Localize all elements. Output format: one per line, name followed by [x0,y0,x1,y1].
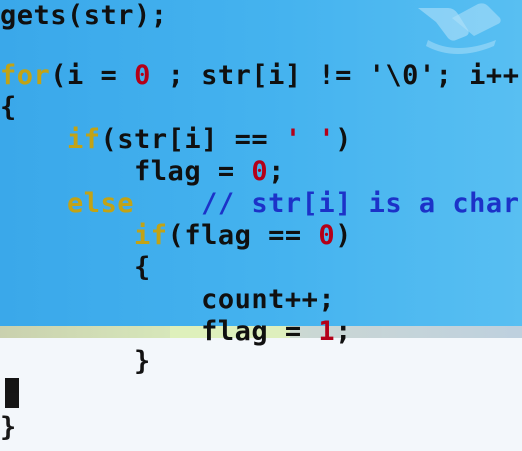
code-text: ; [335,316,352,347]
code-line-4: if(str[i] == ' ') [0,124,352,156]
code-text: ) [335,220,352,251]
code-comment: // str[i] is a char [201,188,520,219]
code-line-1: gets(str); [0,0,168,32]
number-literal: 1 [318,316,336,347]
keyword-if: if [67,124,101,155]
code-line-2: for(i = 0 ; str[i] != '\0'; i++) [0,60,522,92]
code-text: gets(str); [0,0,168,31]
code-text: (i = [50,60,135,91]
code-text: ) [335,124,352,155]
code-text: (flag == [167,220,319,251]
keyword-else: else [67,188,135,219]
close-brace: } [134,346,151,377]
code-area[interactable]: gets(str); for(i = 0 ; str[i] != '\0'; i… [0,0,522,451]
code-line-11: } [0,346,151,378]
code-text: flag = [134,156,252,187]
close-brace: } [0,412,17,443]
code-line-10: flag = 1; [0,316,352,348]
code-line-7: if(flag == 0) [0,220,352,252]
code-line-12: } [0,412,17,444]
code-text: count++; [201,284,336,315]
code-text: ; [268,156,285,187]
code-editor-screen: gets(str); for(i = 0 ; str[i] != '\0'; i… [0,0,522,451]
code-line-3: { [0,92,17,124]
code-text: ; str[i] != '\0'; i++) [150,60,522,91]
code-line-8: { [0,252,151,284]
number-literal: 0 [134,60,151,91]
text-cursor [5,378,19,408]
char-literal: ' ' [284,124,336,155]
code-text: flag = [201,316,319,347]
code-line-5: flag = 0; [0,156,285,188]
code-text: (str[i] == [100,124,285,155]
keyword-if: if [134,220,168,251]
open-brace: { [134,252,151,283]
code-line-6: else // str[i] is a char [0,188,519,220]
code-line-9: count++; [0,284,335,316]
number-literal: 0 [251,156,269,187]
number-literal: 0 [318,220,336,251]
open-brace: { [0,92,17,123]
keyword-for: for [0,60,51,91]
